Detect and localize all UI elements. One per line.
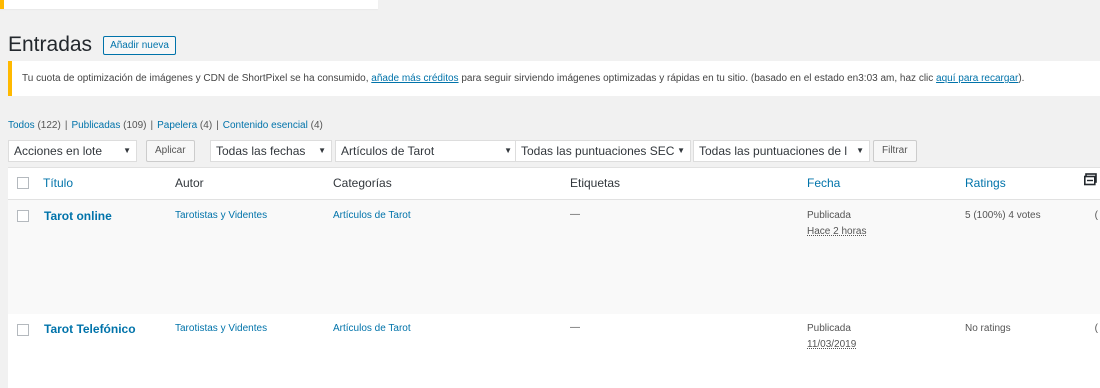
table-header: Título Autor Categorías Etiquetas Fecha … [8,168,1100,200]
date-filter-value: Todas las fechas [216,144,306,158]
view-all-count: (122) [37,120,61,131]
column-date[interactable]: Fecha [807,176,840,190]
table-row: Tarot online Tarotistas y Videntes Artíc… [8,200,1100,314]
post-category-link[interactable]: Artículos de Tarot [333,323,411,334]
add-new-button[interactable]: Añadir nueva [103,35,176,55]
post-ratings: No ratings [965,323,1011,334]
post-status: Publicada [807,323,851,334]
column-categories: Categorías [333,176,392,190]
post-author-link[interactable]: Tarotistas y Videntes [175,210,267,221]
page-header: Entradas Añadir nueva [8,30,176,60]
seo-score-filter-value: Todas las puntuaciones SEC [521,144,675,158]
post-date: 11/03/2019 [807,339,857,350]
post-tags: — [570,322,580,333]
truncated-column-text: ( [1094,210,1098,221]
column-title[interactable]: Título [43,176,73,190]
table-row: Tarot Telefónico Tarotistas y Videntes A… [8,314,1100,388]
date-filter-select[interactable]: Todas las fechas ▼ [210,140,332,162]
chevron-down-icon: ▼ [123,146,131,155]
page-title: Entradas [8,33,93,56]
row-checkbox[interactable] [17,324,29,336]
row-checkbox[interactable] [17,210,29,222]
chevron-down-icon: ▼ [677,146,685,155]
post-tags: — [570,209,580,220]
category-filter-select[interactable]: Artículos de Tarot ▼ [335,140,518,162]
notice-text-after: ). [1018,73,1025,84]
top-notice-remnant [0,0,378,9]
readability-filter-select[interactable]: Todas las puntuaciones de l ▼ [693,140,870,162]
post-title-link[interactable]: Tarot Telefónico [44,322,136,336]
post-date: Hace 2 horas [807,226,867,237]
select-all-checkbox[interactable] [17,177,29,189]
readability-filter-value: Todas las puntuaciones de l [699,144,848,158]
bulk-actions-value: Acciones en lote [14,144,103,158]
notice-text-middle: para seguir sirviendo imágenes optimizad… [458,73,937,84]
view-published-count: (109) [123,120,147,131]
posts-table: Título Autor Categorías Etiquetas Fecha … [8,167,1100,388]
post-category-link[interactable]: Artículos de Tarot [333,210,411,221]
shortpixel-notice: Tu cuota de optimización de imágenes y C… [8,61,1100,96]
post-title-link[interactable]: Tarot online [44,209,112,223]
view-all[interactable]: Todos [8,120,35,131]
view-trash[interactable]: Papelera [157,120,197,131]
notice-text-before: Tu cuota de optimización de imágenes y C… [22,73,372,84]
view-cornerstone[interactable]: Contenido esencial [223,120,308,131]
add-credits-link[interactable]: añade más créditos [371,73,458,84]
reload-link[interactable]: aquí para recargar [936,73,1018,84]
chevron-down-icon: ▼ [318,146,326,155]
view-published[interactable]: Publicadas [71,120,120,131]
screen-options-icon[interactable] [1084,173,1098,187]
view-trash-count: (4) [199,120,213,131]
post-status-views: Todos (122) | Publicadas (109) | Papelera (4… [8,120,323,131]
view-cornerstone-count: (4) [310,120,323,131]
seo-score-filter-select[interactable]: Todas las puntuaciones SEC ▼ [515,140,691,162]
truncated-column-text: ( [1094,323,1098,334]
filter-button[interactable]: Filtrar [873,140,917,162]
chevron-down-icon: ▼ [856,146,864,155]
post-status: Publicada [807,210,851,221]
bulk-actions-select[interactable]: Acciones en lote ▼ [8,140,137,162]
category-filter-value: Artículos de Tarot [341,144,435,158]
column-tags: Etiquetas [570,176,621,190]
column-author: Autor [175,176,204,190]
post-author-link[interactable]: Tarotistas y Videntes [175,323,267,334]
apply-button[interactable]: Aplicar [146,140,195,162]
chevron-down-icon: ▼ [504,146,512,155]
post-ratings: 5 (100%) 4 votes [965,210,1041,221]
column-ratings[interactable]: Ratings [965,176,1006,190]
